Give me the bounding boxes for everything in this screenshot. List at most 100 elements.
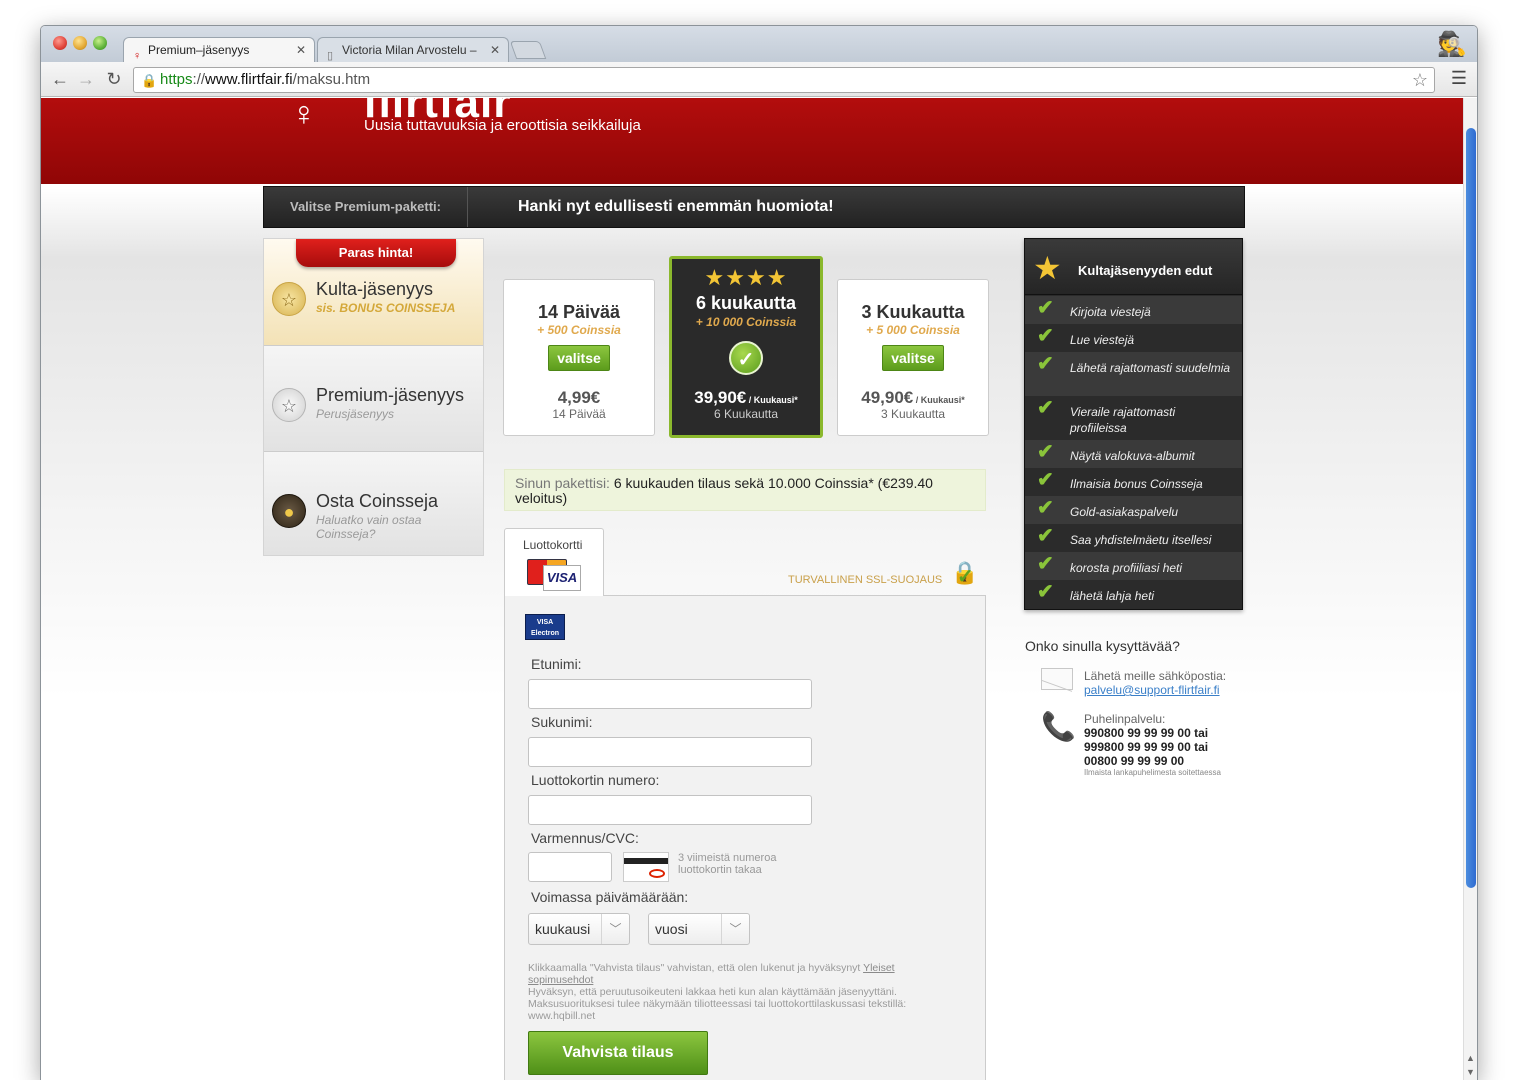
page-scrollbar[interactable]: ▲ ▼ [1463,98,1477,1080]
nav-premium-membership[interactable]: ☆ Premium-jäsenyys Perusjäsenyys [264,345,483,451]
check-icon: ✔ [1037,441,1054,463]
chevron-down-icon: ﹀ [601,914,629,944]
nav-item-subtitle: Perusjäsenyys [316,407,395,421]
plan-6-months[interactable]: ★★★★ 6 kuukautta + 10 000 Coinssia ✓ 39,… [669,256,823,438]
check-icon: ✔ [1037,581,1054,603]
plan-14-days[interactable]: 14 Päivää + 500 Coinssia valitse 4,99€ 1… [503,279,655,436]
forward-arrow-icon[interactable]: → [75,68,97,90]
benefit-item: ✔ Vieraile rajattomasti profiileissa [1037,397,1176,435]
premium-bar-headline: Hanki nyt edullisesti enemmän huomiota! [518,198,834,215]
incognito-icon: 🕵 [1437,31,1467,58]
check-icon: ✔ [1037,353,1054,375]
ssl-lock-icon: 🔒 ✓ [951,560,979,588]
logo-silhouette-icon: ♀ [291,98,317,133]
premium-bar: Valitse Premium-paketti: Hanki nyt edull… [263,186,1245,228]
benefit-item: ✔ Ilmaisia bonus Coinsseja [1037,469,1203,491]
nav-gold-membership[interactable]: Paras hinta! ☆ Kulta-jäsenyys sis. BONUS… [264,239,483,345]
confirm-order-button[interactable]: Vahvista tilaus [528,1031,708,1075]
tab-victoria-milan[interactable]: ▯ Victoria Milan Arvostelu – ✕ [317,37,509,62]
browser-toolbar: ← → ↻ 🔒 https://www.flirtfair.fi/maksu.h… [41,62,1477,97]
benefit-item: ✔ Saa yhdistelmäetu itsellesi [1037,525,1212,547]
minimize-window-button[interactable] [73,36,87,50]
select-plan-button[interactable]: valitse [548,345,610,371]
nav-item-title: Osta Coinsseja [316,491,439,511]
cvc-label: Varmennus/CVC: [531,830,639,846]
tab-title: Victoria Milan Arvostelu – [342,43,477,57]
coins-icon: ● [272,494,306,528]
nav-item-subtitle: Haluatko vain ostaa Coinsseja? [316,513,422,541]
reload-icon[interactable]: ↻ [103,68,125,90]
scroll-up-icon[interactable]: ▲ [1466,1053,1475,1063]
select-value: kuukausi [535,921,591,937]
benefit-item: ✔ lähetä lahja heti [1037,581,1155,603]
plan-title: 6 kuukautta [695,293,797,313]
tab-credit-card[interactable]: Luottokortti VISA [504,528,604,596]
check-icon: ✔ [1037,553,1054,575]
expiry-month-select[interactable]: kuukausi ﹀ [528,913,630,945]
plan-title: 14 Päivää [537,302,621,322]
first-name-field[interactable] [528,679,812,709]
silver-star-icon: ☆ [272,388,306,422]
browser-menu-icon[interactable]: ☰ [1451,68,1467,89]
check-icon: ✔ [1037,469,1054,491]
lock-icon: 🔒 [141,73,158,88]
card-number-field[interactable] [528,795,812,825]
payment-form: VISA Electron Etunimi: Sukunimi: Luottok… [504,595,986,1080]
plan-bonus: + 500 Coinssia [537,323,621,337]
best-price-ribbon: Paras hinta! [296,239,456,267]
check-icon: ✔ [1037,297,1054,319]
card-number-label: Luottokortin numero: [531,772,660,788]
phone-number: 990800 99 99 99 00 tai [1084,726,1209,740]
nav-item-title: Kulta-jäsenyys [316,279,434,299]
tab-premium[interactable]: ♀ Premium–jäsenyys ✕ [123,37,315,62]
price-value: 39,90€ [694,388,747,407]
back-arrow-icon[interactable]: ← [49,68,71,90]
new-tab-button[interactable] [509,41,547,59]
selected-check-icon: ✓ [729,341,763,375]
cvc-card-icon [623,852,669,882]
site-header: ♀ flirtfair Uusia tuttavuuksia ja eroott… [41,98,1465,184]
phone-numbers: 990800 99 99 99 00 tai 999800 99 99 99 0… [1084,726,1208,768]
terms-line-3: Maksusuorituksesi tulee näkymään tiliott… [528,998,907,1022]
email-link[interactable]: palvelu@support-flirtfair.fi [1084,683,1220,697]
price-value: 49,90€ [861,388,914,407]
plan-period: 14 Päivää [552,407,606,421]
price-per: / Kuukausi* [746,395,798,405]
close-tab-icon[interactable]: ✕ [490,38,500,62]
select-plan-button[interactable]: valitse [882,345,944,371]
gold-star-icon: ★ [1033,250,1062,286]
bookmark-star-icon[interactable]: ☆ [1412,68,1428,92]
check-icon: ✔ [1037,497,1054,519]
plan-3-months[interactable]: 3 Kuukautta + 5 000 Coinssia valitse 49,… [837,279,989,436]
gold-benefits-panel: ★ Kultajäsenyyden edut ✔ Kirjoita viestej… [1024,238,1243,610]
contact-title: Onko sinulla kysyttävää? [1025,638,1180,654]
close-window-button[interactable] [53,36,67,50]
benefit-item: ✔ Näytä valokuva-albumit [1025,440,1242,468]
benefit-item: ✔ Kirjoita viestejä [1025,296,1242,324]
benefit-item: ✔ Gold-asiakaspalvelu [1025,496,1242,524]
gold-star-icon: ☆ [272,282,306,316]
scroll-down-icon[interactable]: ▼ [1466,1067,1475,1077]
phone-number: 999800 99 99 99 00 tai [1084,740,1209,754]
cvc-hint: 3 viimeistä numeroa luottokortin takaa [678,852,777,876]
page-viewport: ♀ flirtfair Uusia tuttavuuksia ja eroott… [41,98,1465,1080]
expiry-year-select[interactable]: vuosi ﹀ [648,913,750,945]
plan-bonus: + 5 000 Coinssia [866,323,960,337]
zoom-window-button[interactable] [93,36,107,50]
email-block: Lähetä meille sähköpostia: palvelu@suppo… [1084,669,1226,697]
url-scheme: https [160,71,193,88]
scrollbar-thumb[interactable] [1466,128,1476,888]
last-name-label: Sukunimi: [531,714,593,730]
benefit-item: ✔ korosta profiiliasi heti [1025,552,1242,580]
benefit-item: ✔ Lue viestejä [1037,325,1135,347]
address-bar[interactable]: 🔒 https://www.flirtfair.fi/maksu.htm ☆ [133,67,1435,93]
cvc-field[interactable] [528,852,612,882]
close-tab-icon[interactable]: ✕ [296,38,306,62]
phone-number: 00800 99 99 99 00 [1084,754,1185,768]
nav-buy-coins[interactable]: ● Osta Coinsseja Haluatko vain ostaa Coi… [264,451,483,555]
last-name-field[interactable] [528,737,812,767]
benefit-item: ✔ Lähetä rajattomasti suudelmia [1025,352,1242,396]
visa-icon: VISA [543,565,581,591]
plan-price: 4,99€ [504,388,654,408]
terms-text: Klikkaamalla "Vahvista tilaus" vahvistan… [528,962,938,1022]
